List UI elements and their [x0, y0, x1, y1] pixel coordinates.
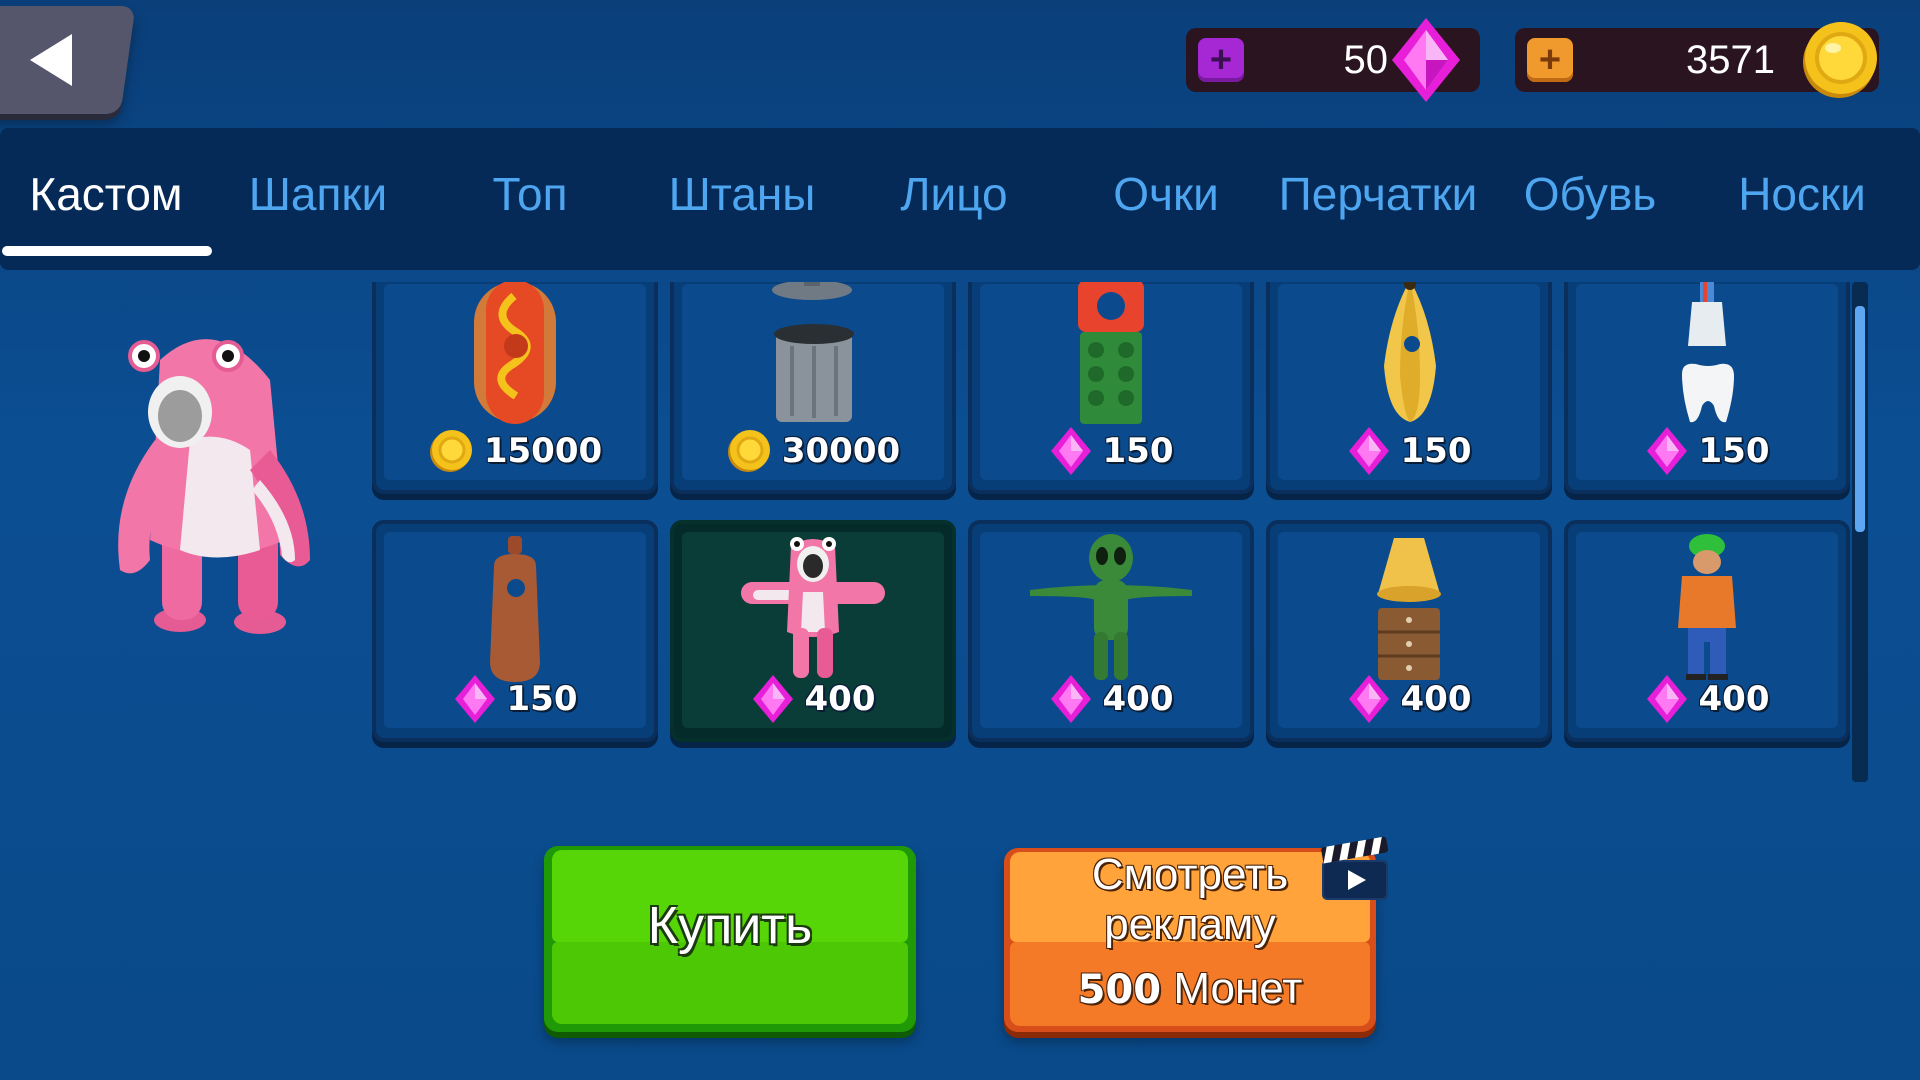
price-value: 400 — [1102, 679, 1174, 719]
coin-icon — [1803, 22, 1877, 98]
lamp-cabinet-costume-icon — [1270, 532, 1548, 682]
green-alien-costume-icon — [972, 532, 1250, 682]
item-price: 150 — [376, 674, 654, 724]
buy-button-label: Купить — [647, 897, 813, 955]
scrollbar[interactable] — [1852, 282, 1868, 782]
gem-icon — [752, 675, 793, 723]
character-preview[interactable] — [110, 320, 320, 650]
active-tab-indicator — [2, 246, 212, 256]
item-card[interactable]: 150 — [372, 520, 658, 742]
item-grid: 15000 30000 150 150 150 150 400 400 400 … — [372, 282, 1852, 802]
building-block-costume-icon — [972, 282, 1250, 426]
price-value: 400 — [1400, 679, 1472, 719]
pink-shark-costume-icon — [674, 532, 952, 682]
watch-ad-reward: 500 Монет — [1004, 964, 1376, 1015]
coins-value: 3571 — [1686, 38, 1775, 82]
price-value: 150 — [1698, 431, 1770, 471]
coins-counter: + 3571 — [1515, 22, 1879, 98]
watch-ad-button[interactable]: Смотреть рекламу 500 Монет — [1004, 848, 1376, 1032]
price-value: 15000 — [483, 431, 603, 471]
gem-icon — [1050, 427, 1091, 475]
item-price: 15000 — [376, 426, 654, 476]
item-price: 150 — [1270, 426, 1548, 476]
tab-socks[interactable]: Носки — [1696, 128, 1908, 270]
item-price: 400 — [972, 674, 1250, 724]
add-gems-button[interactable]: + — [1198, 38, 1244, 82]
tab-tops[interactable]: Топ — [424, 128, 636, 270]
price-value: 400 — [1698, 679, 1770, 719]
item-price: 400 — [1568, 674, 1846, 724]
banana-costume-icon — [1270, 282, 1548, 426]
sausage-costume-icon — [376, 532, 654, 682]
coin-icon — [429, 430, 472, 472]
item-card[interactable]: 400 — [968, 520, 1254, 742]
watch-ad-label-line2: рекламу — [1104, 900, 1276, 949]
tab-pants[interactable]: Штаны — [636, 128, 848, 270]
gem-icon — [454, 675, 495, 723]
coin-icon — [727, 430, 770, 472]
green-cap-guy-costume-icon — [1568, 532, 1846, 682]
tab-face[interactable]: Лицо — [848, 128, 1060, 270]
item-card[interactable]: 30000 — [670, 282, 956, 494]
item-price: 150 — [972, 426, 1250, 476]
price-value: 150 — [1102, 431, 1174, 471]
price-value: 150 — [506, 679, 578, 719]
tab-hats[interactable]: Шапки — [212, 128, 424, 270]
item-card[interactable]: 150 — [968, 282, 1254, 494]
gem-icon — [1646, 675, 1687, 723]
gem-icon — [1348, 427, 1389, 475]
gems-counter: + 50 — [1186, 18, 1480, 102]
item-card[interactable]: 150 — [1564, 282, 1850, 494]
item-price: 150 — [1568, 426, 1846, 476]
item-card[interactable]: 150 — [1266, 282, 1552, 494]
reward-unit: Монет — [1173, 964, 1303, 1013]
gem-icon — [1646, 427, 1687, 475]
tab-gloves[interactable]: Перчатки — [1272, 128, 1484, 270]
shop-screen: + 50 + 3571 Кастом Шапки Топ Штаны Лицо … — [0, 0, 1920, 1080]
category-tabs: Кастом Шапки Топ Штаны Лицо Очки Перчатк… — [0, 128, 1920, 270]
item-price: 400 — [1270, 674, 1548, 724]
price-value: 400 — [804, 679, 876, 719]
tooth-costume-icon — [1568, 282, 1846, 426]
add-coins-button[interactable]: + — [1527, 38, 1573, 82]
item-card-selected[interactable]: 400 — [670, 520, 956, 742]
item-card[interactable]: 400 — [1564, 520, 1850, 742]
price-value: 30000 — [781, 431, 901, 471]
watch-ad-label-line1: Смотреть — [1091, 850, 1289, 899]
reward-amount: 500 — [1077, 967, 1162, 1013]
gem-icon — [1050, 675, 1091, 723]
gem-icon — [1392, 18, 1460, 102]
gem-icon — [1348, 675, 1389, 723]
scrollbar-thumb[interactable] — [1855, 306, 1865, 532]
trash-can-costume-icon — [674, 282, 952, 426]
price-value: 150 — [1400, 431, 1472, 471]
gems-value: 50 — [1343, 38, 1389, 82]
hotdog-costume-icon — [376, 282, 654, 426]
item-card[interactable]: 400 — [1266, 520, 1552, 742]
buy-button[interactable]: Купить — [544, 846, 916, 1032]
item-card[interactable]: 15000 — [372, 282, 658, 494]
item-price: 30000 — [674, 426, 952, 476]
back-arrow-icon[interactable] — [30, 34, 72, 86]
tab-shoes[interactable]: Обувь — [1484, 128, 1696, 270]
item-price: 400 — [674, 674, 952, 724]
tab-glasses[interactable]: Очки — [1060, 128, 1272, 270]
